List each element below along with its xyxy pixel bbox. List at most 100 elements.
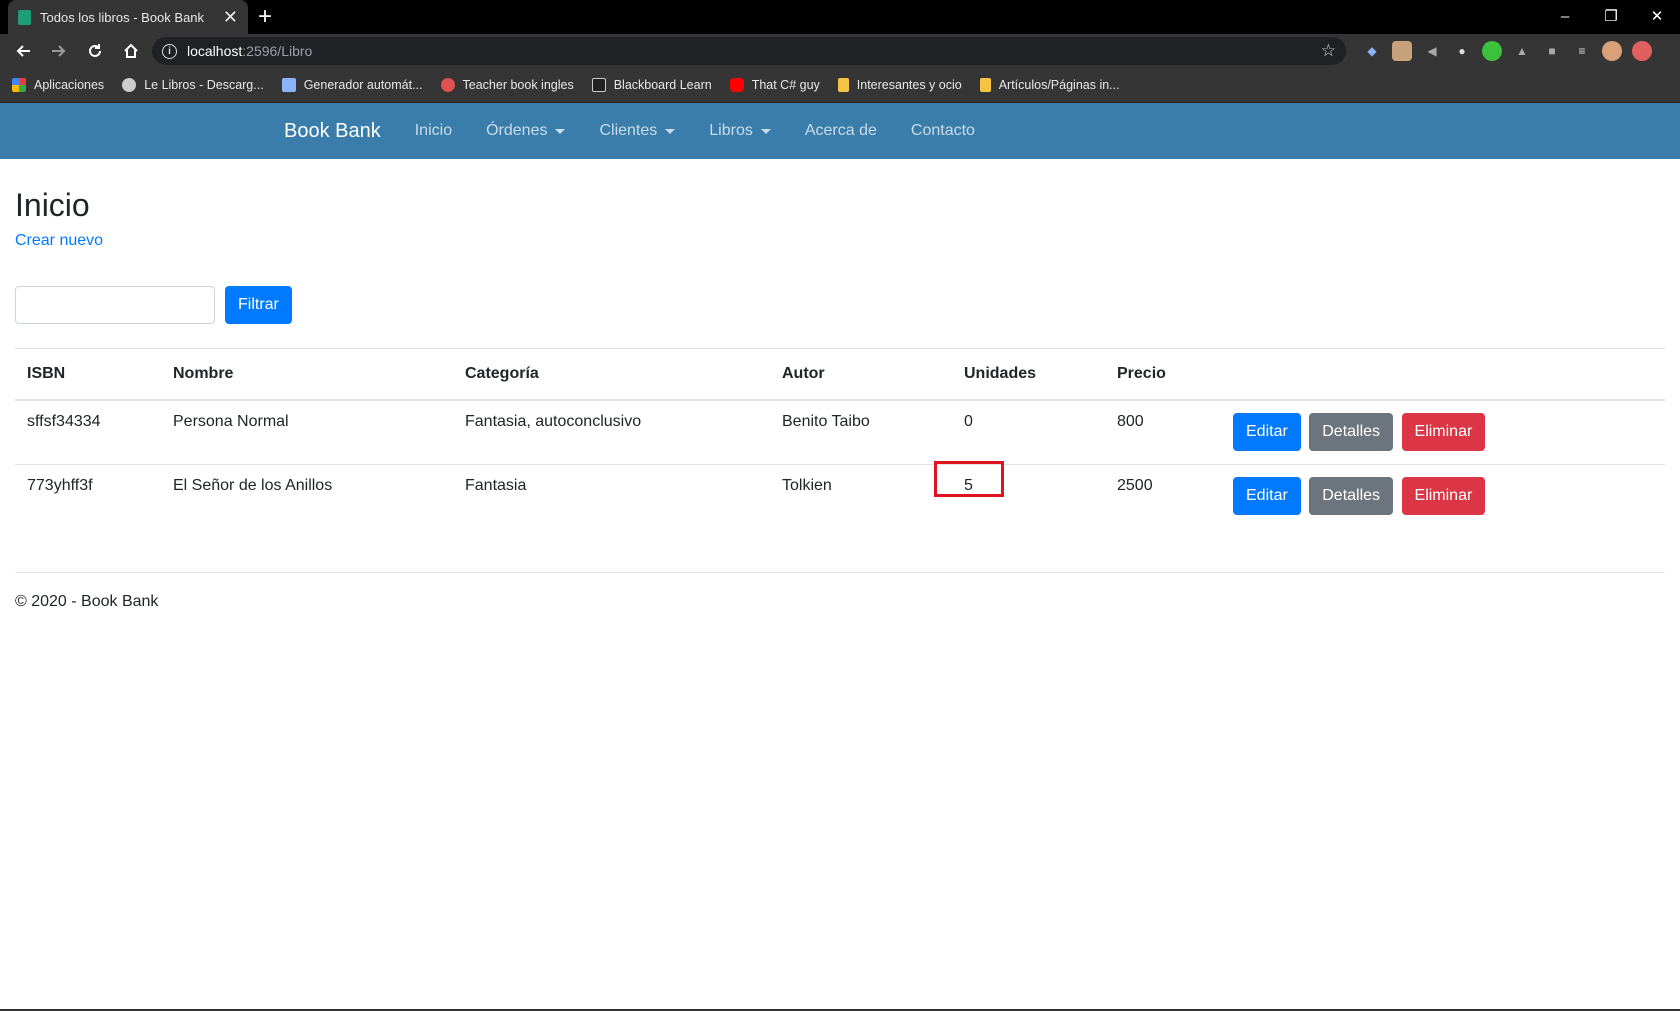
bookmark-item[interactable]: Artículos/Páginas in...: [979, 78, 1120, 92]
table-row: sffsf34334 Persona Normal Fantasia, auto…: [15, 399, 1665, 464]
browser-toolbar: i localhost:2596/Libro ☆ ◆ ◀ ● ▲ ■ ≡: [0, 34, 1680, 68]
filter-button[interactable]: Filtrar: [225, 286, 292, 324]
bookmark-item[interactable]: Aplicaciones: [12, 78, 104, 92]
delete-button[interactable]: Eliminar: [1401, 476, 1486, 515]
delete-button[interactable]: Eliminar: [1401, 413, 1486, 451]
nav-link-label: Inicio: [414, 122, 453, 139]
header-autor: Autor: [770, 348, 952, 401]
drive-extension-icon[interactable]: ▲: [1512, 41, 1532, 61]
details-button[interactable]: Detalles: [1309, 476, 1394, 515]
red-highlight-box: [934, 460, 1004, 497]
update-menu-icon[interactable]: [1632, 41, 1652, 61]
url-host: localhost: [187, 43, 243, 59]
bookmark-label: Artículos/Páginas in...: [998, 78, 1120, 92]
apps-grid-icon: [12, 78, 26, 92]
bb-icon: [591, 78, 606, 92]
cell-unidades: 0: [952, 399, 1105, 464]
page-title: Inicio: [15, 187, 90, 223]
nav-dropdown-ordenes[interactable]: Órdenes: [486, 122, 566, 140]
bookmark-label: That C# guy: [751, 78, 820, 92]
back-arrow-icon[interactable]: [8, 36, 38, 66]
folder-icon: [837, 78, 849, 92]
minimize-button[interactable]: –: [1542, 0, 1588, 32]
filter-input[interactable]: [15, 286, 215, 324]
cell-nombre: El Señor de los Anillos: [161, 463, 453, 528]
target-icon: [440, 78, 455, 92]
extensions-area: ◆ ◀ ● ▲ ■ ≡: [1362, 41, 1652, 61]
speaker-extension-icon[interactable]: ◀: [1422, 41, 1442, 61]
cell-isbn: sffsf34334: [15, 399, 161, 464]
doc-icon: [281, 78, 296, 92]
nav-dropdown-clientes[interactable]: Clientes: [599, 122, 676, 140]
face-extension-icon[interactable]: [1392, 41, 1412, 61]
book-favicon-icon: [18, 9, 31, 25]
close-tab-icon[interactable]: ✕: [223, 8, 238, 26]
nav-dropdown-libros[interactable]: Libros: [709, 122, 771, 140]
header-precio: Precio: [1105, 348, 1221, 401]
reload-icon[interactable]: [80, 36, 110, 66]
create-new-link[interactable]: Crear nuevo: [15, 232, 103, 250]
new-tab-button[interactable]: +: [258, 4, 272, 30]
cell-nombre: Persona Normal: [161, 399, 453, 464]
chat-extension-icon[interactable]: ●: [1452, 41, 1472, 61]
cell-precio: 800: [1105, 399, 1221, 464]
cell-isbn: 773yhff3f: [15, 463, 161, 528]
bookmark-label: Generador automát...: [303, 78, 423, 92]
forward-arrow-icon[interactable]: [44, 36, 74, 66]
bookmarks-bar: Aplicaciones Le Libros - Descarg... Gene…: [0, 68, 1680, 103]
table-row: 773yhff3f El Señor de los Anillos Fantas…: [15, 460, 1665, 528]
caret-down-icon: [555, 128, 566, 134]
close-window-button[interactable]: ✕: [1634, 0, 1680, 32]
nav-link-acerca[interactable]: Acerca de: [805, 122, 877, 140]
cell-categoria: Fantasia: [453, 463, 770, 528]
folder-icon: [979, 78, 991, 92]
bookmark-label: Le Libros - Descarg...: [144, 78, 264, 92]
main-content: Inicio Crear nuevo Filtrar ISBN Nombre C…: [0, 187, 1680, 573]
header-nombre: Nombre: [161, 348, 453, 401]
cell-autor: Tolkien: [770, 463, 952, 528]
nav-link-inicio[interactable]: Inicio: [415, 122, 452, 140]
bookmark-item[interactable]: That C# guy: [729, 78, 820, 92]
bookmark-item[interactable]: Teacher book ingles: [440, 78, 574, 92]
units-highlighted-value: 5: [934, 460, 1004, 497]
cell-precio: 2500: [1105, 463, 1221, 528]
site-info-icon[interactable]: i: [162, 43, 177, 59]
bookmark-item[interactable]: Generador automát...: [281, 78, 423, 92]
edit-button[interactable]: Editar: [1233, 476, 1301, 515]
edit-button[interactable]: Editar: [1233, 413, 1301, 451]
bookmark-item[interactable]: Le Libros - Descarg...: [122, 78, 264, 92]
navbar-brand[interactable]: Book Bank: [284, 120, 381, 143]
books-table: ISBN Nombre Categoría Autor Unidades Pre…: [15, 348, 1665, 528]
restore-button[interactable]: ❐: [1588, 0, 1634, 32]
nav-link-contacto[interactable]: Contacto: [911, 122, 975, 140]
caret-down-icon: [665, 128, 676, 134]
bookmark-label: Teacher book ingles: [462, 78, 574, 92]
nav-link-label: Clientes: [599, 122, 658, 139]
page-footer: © 2020 - Book Bank: [15, 593, 159, 610]
diamond-extension-icon[interactable]: ◆: [1362, 41, 1382, 61]
browser-tab[interactable]: Todos los libros - Book Bank ✕: [8, 0, 248, 34]
details-button[interactable]: Detalles: [1309, 413, 1394, 451]
bookmark-item[interactable]: Interesantes y ocio: [837, 78, 962, 92]
cell-categoria: Fantasia, autoconclusivo: [453, 399, 770, 464]
bookmark-label: Aplicaciones: [34, 78, 105, 92]
globe-icon: [122, 78, 137, 92]
bookmark-star-icon[interactable]: ☆: [1321, 41, 1336, 61]
address-bar[interactable]: i localhost:2596/Libro ☆: [152, 37, 1346, 65]
url-path: :2596/Libro: [242, 43, 313, 59]
filter-form: Filtrar: [15, 286, 1665, 324]
media-list-icon[interactable]: ≡: [1572, 41, 1592, 61]
app-navbar: Book Bank Inicio Órdenes Clientes Libros…: [0, 103, 1680, 159]
bookmark-item[interactable]: Blackboard Learn: [591, 78, 712, 92]
header-isbn: ISBN: [15, 348, 161, 401]
nav-link-label: Libros: [709, 122, 753, 139]
thumbs-extension-icon[interactable]: [1482, 41, 1502, 61]
bookmark-label: Blackboard Learn: [613, 78, 712, 92]
nav-link-label: Acerca de: [804, 122, 877, 139]
puzzle-extension-icon[interactable]: ■: [1542, 41, 1562, 61]
profile-avatar[interactable]: [1602, 41, 1622, 61]
cell-unidades: 5: [934, 460, 1105, 528]
header-unidades: Unidades: [952, 348, 1105, 401]
bookmark-label: Interesantes y ocio: [856, 78, 962, 92]
home-icon[interactable]: [116, 36, 146, 66]
